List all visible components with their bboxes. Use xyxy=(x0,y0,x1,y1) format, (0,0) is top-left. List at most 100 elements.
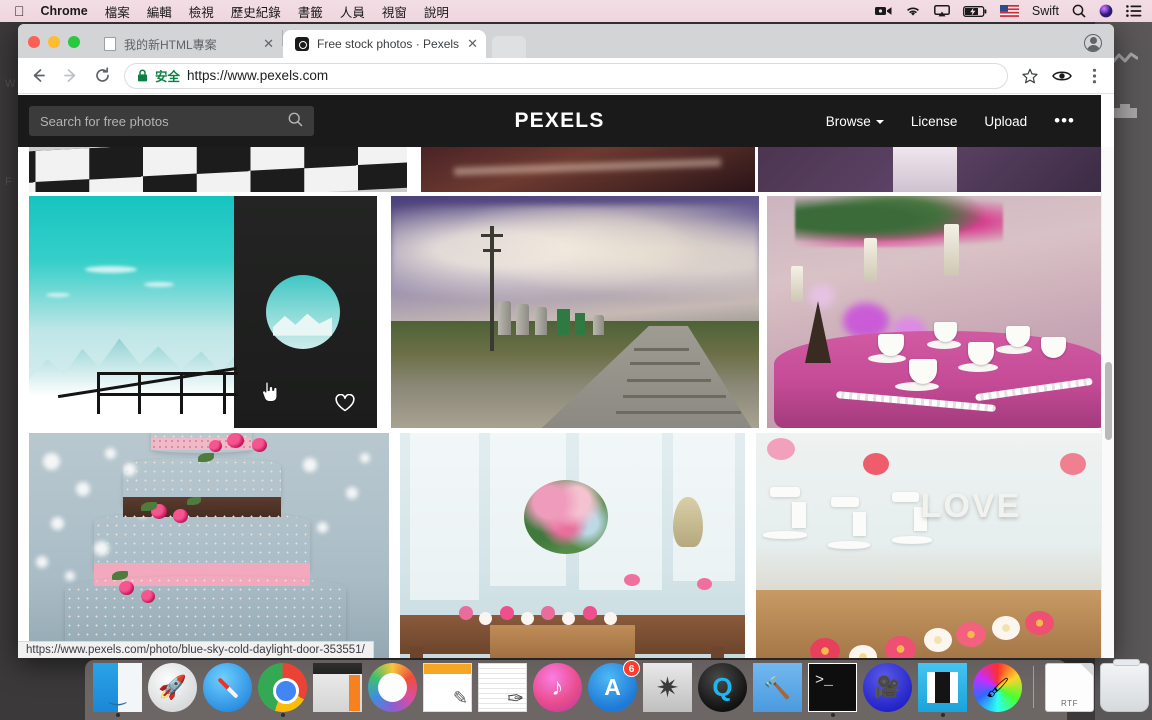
terminal-icon xyxy=(808,663,857,712)
photo-wedding-cake-roses[interactable] xyxy=(29,433,389,658)
pexels-site-header: Search for free photos PEXELS Browse Lic… xyxy=(18,95,1101,147)
menu-item-window[interactable]: 視窗 xyxy=(382,2,407,21)
tab-title: 我的新HTML專案 xyxy=(124,37,217,52)
screen-record-icon[interactable] xyxy=(874,5,892,17)
dock-item-app-store[interactable]: 6 xyxy=(588,660,640,712)
itunes-icon xyxy=(533,663,582,712)
rtf-document-icon: RTF xyxy=(1045,663,1094,712)
menu-bar-status-area: Swift xyxy=(874,4,1152,18)
photo-dark-red-interior[interactable] xyxy=(421,147,755,192)
search-input[interactable]: Search for free photos xyxy=(29,106,314,136)
dock-item-calculator[interactable] xyxy=(313,663,362,712)
address-bar[interactable]: 安全 https://www.pexels.com xyxy=(124,62,1008,89)
photo-paris-tea-party-table[interactable] xyxy=(767,196,1114,428)
star-icon[interactable] xyxy=(1020,66,1040,86)
three-dot-menu-icon[interactable] xyxy=(1084,66,1104,86)
pexels-logo[interactable]: PEXELS xyxy=(514,109,604,133)
browser-tab-1[interactable]: 我的新HTML專案 ✕ xyxy=(92,30,282,58)
dock-item-color-picker-app[interactable] xyxy=(973,663,1022,712)
photo-love-sign-daisies[interactable]: LOVE xyxy=(756,433,1114,658)
dock-item-xcode[interactable] xyxy=(753,663,802,712)
maximize-window-button[interactable] xyxy=(68,36,80,48)
battery-charging-icon[interactable] xyxy=(962,5,987,17)
forward-button[interactable] xyxy=(60,66,80,86)
dock-item-screenflow[interactable] xyxy=(863,663,912,712)
reload-button[interactable] xyxy=(92,66,112,86)
airplay-icon[interactable] xyxy=(933,5,950,17)
pexels-page: Search for free photos PEXELS Browse Lic… xyxy=(18,95,1114,658)
dock-item-launchpad[interactable] xyxy=(148,663,197,712)
photo-purple-curtain[interactable] xyxy=(758,147,1114,192)
notes-icon xyxy=(478,663,527,712)
dock-item-split-view-app[interactable] xyxy=(918,663,967,717)
menu-item-people[interactable]: 人員 xyxy=(340,2,365,21)
chrome-browser-window: 我的新HTML專案 ✕ Free stock photos · Pexels ✕… xyxy=(18,24,1114,658)
tab-close-button[interactable]: ✕ xyxy=(467,36,478,52)
us-flag-icon[interactable] xyxy=(999,5,1019,17)
input-source-label[interactable]: Swift xyxy=(1032,4,1059,18)
dock-item-system-preferences[interactable] xyxy=(643,663,692,712)
photo-blue-sky-cold-daylight-door[interactable] xyxy=(29,196,377,428)
dock-item-trash[interactable] xyxy=(1100,659,1149,712)
menu-item-help[interactable]: 說明 xyxy=(424,2,449,21)
profile-avatar-icon[interactable] xyxy=(1084,34,1102,52)
close-window-button[interactable] xyxy=(28,36,40,48)
xcode-icon xyxy=(753,663,802,712)
heart-icon[interactable] xyxy=(335,393,355,414)
photo-checkerboard-floor[interactable] xyxy=(29,147,407,192)
dock-item-pages[interactable] xyxy=(423,663,472,712)
wifi-icon[interactable] xyxy=(905,5,921,17)
window-traffic-lights xyxy=(28,36,80,58)
nav-browse[interactable]: Browse xyxy=(826,114,884,129)
pages-icon xyxy=(423,663,472,712)
menu-item-file[interactable]: 檔案 xyxy=(105,2,130,21)
dock-item-quicktime-player[interactable] xyxy=(698,663,747,712)
apple-logo-icon[interactable]:  xyxy=(14,4,25,18)
dock-item-itunes[interactable] xyxy=(533,663,582,712)
dock-item-finder[interactable] xyxy=(93,663,142,717)
menu-item-history[interactable]: 歷史紀錄 xyxy=(231,2,281,21)
nav-license[interactable]: License xyxy=(911,114,958,129)
dock-item-safari[interactable] xyxy=(203,663,252,712)
macos-dock: 6 RTF xyxy=(85,659,1149,720)
page-scrollbar[interactable] xyxy=(1101,147,1114,658)
nav-more-menu-icon[interactable]: ••• xyxy=(1054,111,1075,131)
line-chart-icon xyxy=(1111,52,1139,71)
back-button[interactable] xyxy=(28,66,48,86)
menu-app-name[interactable]: Chrome xyxy=(41,4,88,18)
dock-item-chrome[interactable] xyxy=(258,663,307,717)
launchpad-icon xyxy=(148,663,197,712)
dock-item-rtf-document[interactable]: RTF xyxy=(1045,663,1094,712)
control-center-icon[interactable] xyxy=(1126,5,1142,17)
browser-tab-2[interactable]: Free stock photos · Pexels ✕ xyxy=(283,30,486,58)
search-placeholder: Search for free photos xyxy=(40,113,169,129)
scrollbar-thumb[interactable] xyxy=(1105,362,1112,440)
dock-divider xyxy=(1033,666,1034,708)
secure-label: 安全 xyxy=(155,70,181,84)
photos-icon xyxy=(368,663,417,712)
dock-item-notes[interactable] xyxy=(478,663,527,712)
running-indicator xyxy=(830,713,835,717)
search-icon[interactable] xyxy=(288,112,303,130)
macos-menu-bar:  Chrome 檔案 編輯 檢視 歷史紀錄 書籤 人員 視窗 說明 Swift xyxy=(0,0,1152,22)
photo-wedding-dessert-table[interactable] xyxy=(400,433,745,658)
tab-close-button[interactable]: ✕ xyxy=(263,36,274,52)
spotlight-search-icon[interactable] xyxy=(1072,4,1086,18)
dock-item-photos[interactable] xyxy=(368,663,417,712)
trash-icon xyxy=(1100,659,1149,712)
menu-item-bookmarks[interactable]: 書籤 xyxy=(298,2,323,21)
new-tab-button[interactable] xyxy=(491,36,526,58)
photo-grid: LOVE xyxy=(29,147,1114,658)
tab-title: Free stock photos · Pexels xyxy=(317,37,460,51)
briefcase-icon xyxy=(1112,102,1138,124)
eye-icon[interactable] xyxy=(1052,66,1072,86)
quicktime-icon xyxy=(698,663,747,712)
dock-item-terminal[interactable] xyxy=(808,663,857,717)
minimize-window-button[interactable] xyxy=(48,36,60,48)
menu-item-edit[interactable]: 編輯 xyxy=(147,2,172,21)
finder-icon xyxy=(93,663,142,712)
menu-item-view[interactable]: 檢視 xyxy=(189,2,214,21)
nav-upload[interactable]: Upload xyxy=(984,114,1027,129)
siri-icon[interactable] xyxy=(1099,4,1113,18)
photo-railroad-tracks-storm[interactable] xyxy=(391,196,759,428)
